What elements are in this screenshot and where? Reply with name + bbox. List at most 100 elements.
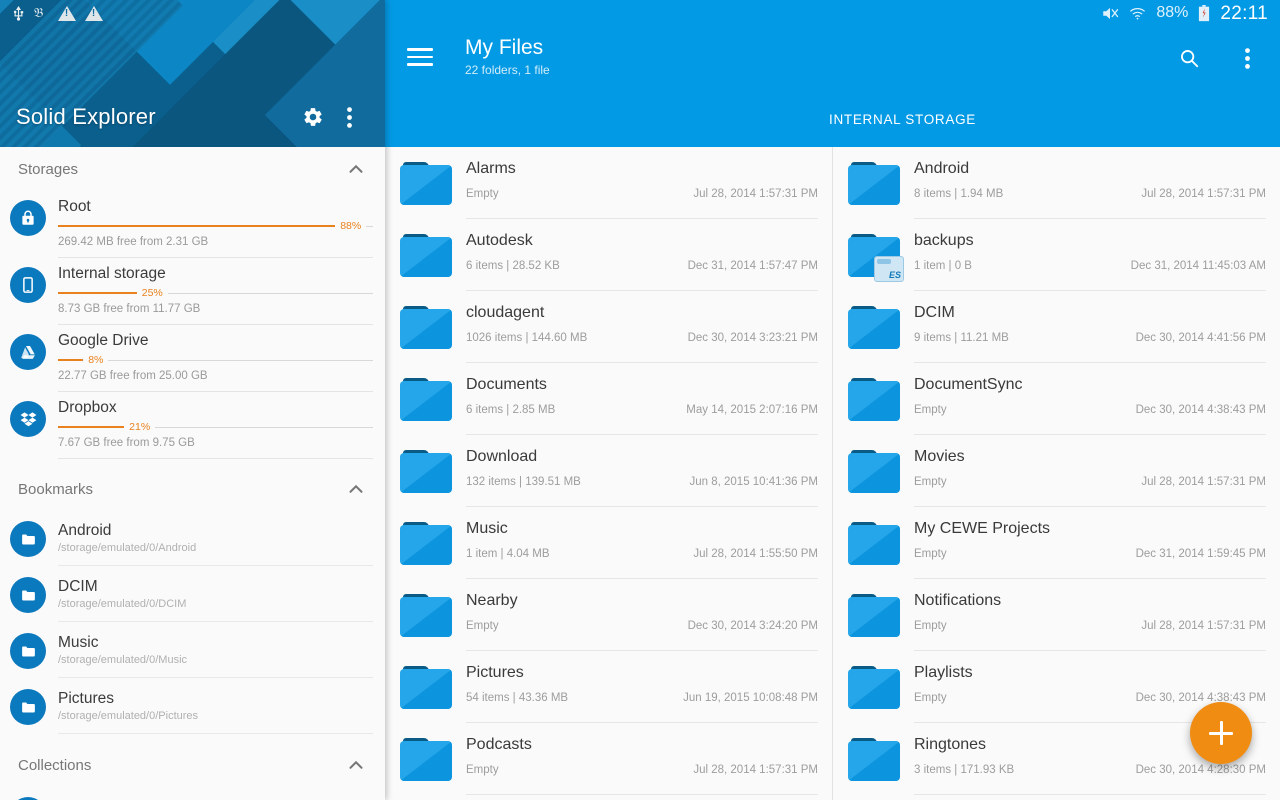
- wifi-icon: [1129, 6, 1146, 21]
- sidebar-item-google-drive[interactable]: Google Drive 8% 22.77 GB free from 25.00…: [0, 325, 385, 392]
- file-name: Pictures: [466, 663, 818, 683]
- table-row[interactable]: ES backups 1 item | 0 B Dec 31, 2014 11:…: [833, 219, 1280, 291]
- progress-label: 25%: [142, 287, 163, 299]
- app-title: Solid Explorer: [16, 104, 295, 130]
- search-icon[interactable]: [1172, 41, 1206, 75]
- file-meta: Empty Dec 31, 2014 1:59:45 PM: [914, 548, 1266, 560]
- folder-icon: [398, 736, 456, 784]
- file-date: Dec 31, 2014 11:45:03 AM: [1131, 260, 1266, 272]
- file-name: Download: [466, 447, 818, 467]
- drawer-section-header-storages[interactable]: Storages: [0, 147, 385, 191]
- file-name: cloudagent: [466, 303, 818, 323]
- file-info: 1026 items | 144.60 MB: [466, 332, 587, 344]
- file-meta: 1 item | 4.04 MB Jul 28, 2014 1:55:50 PM: [466, 548, 818, 560]
- file-meta: 54 items | 43.36 MB Jun 19, 2015 10:08:4…: [466, 692, 818, 704]
- table-row[interactable]: Notifications Empty Jul 28, 2014 1:57:31…: [833, 579, 1280, 651]
- file-info: Empty: [914, 476, 947, 488]
- folder-icon: [846, 376, 904, 424]
- drawer-section-header-collections[interactable]: Collections: [0, 743, 385, 787]
- folder-icon: ES: [846, 232, 904, 280]
- file-name: Music: [466, 519, 818, 539]
- sidebar-item-internal-storage[interactable]: Internal storage 25% 8.73 GB free from 1…: [0, 258, 385, 325]
- file-info: 3 items | 171.93 KB: [914, 764, 1014, 776]
- warning-icon: [58, 6, 76, 21]
- table-row[interactable]: Music 1 item | 4.04 MB Jul 28, 2014 1:55…: [385, 507, 832, 579]
- storage-name: Root: [58, 197, 373, 217]
- navigation-drawer: 𝔅 Solid Explorer Storages: [0, 0, 385, 800]
- file-meta: 132 items | 139.51 MB Jun 8, 2015 10:41:…: [466, 476, 818, 488]
- file-info: Empty: [914, 404, 947, 416]
- table-row[interactable]: DocumentSync Empty Dec 30, 2014 4:38:43 …: [833, 363, 1280, 435]
- app-bar: 88% 22:11 My Files 22 folders, 1 file: [385, 0, 1280, 147]
- bookmark-path: /storage/emulated/0/DCIM: [58, 597, 373, 612]
- file-entry: Pictures 54 items | 43.36 MB Jun 19, 201…: [466, 663, 818, 723]
- table-row[interactable]: cloudagent 1026 items | 144.60 MB Dec 30…: [385, 291, 832, 363]
- breadcrumb[interactable]: INTERNAL STORAGE: [829, 112, 976, 127]
- file-grid[interactable]: Alarms Empty Jul 28, 2014 1:57:31 PM Aut…: [385, 147, 1280, 800]
- table-row[interactable]: Movies Empty Jul 28, 2014 1:57:31 PM: [833, 435, 1280, 507]
- more-vertical-icon[interactable]: [331, 99, 367, 135]
- file-meta: Empty Jul 28, 2014 1:57:31 PM: [466, 188, 818, 200]
- folder-icon: [846, 664, 904, 712]
- sidebar-item-collection-photos[interactable]: Photos: [0, 787, 385, 800]
- file-date: Dec 30, 2014 4:38:43 PM: [1136, 404, 1266, 416]
- table-row[interactable]: Nearby Empty Dec 30, 2014 3:24:20 PM: [385, 579, 832, 651]
- sidebar-item-bookmark-dcim[interactable]: DCIM /storage/emulated/0/DCIM: [0, 567, 385, 623]
- file-entry: Autodesk 6 items | 28.52 KB Dec 31, 2014…: [466, 231, 818, 291]
- drawer-header: 𝔅 Solid Explorer: [0, 0, 385, 147]
- sidebar-item-root[interactable]: Root 88% 269.42 MB free from 2.31 GB: [0, 191, 385, 258]
- file-info: 9 items | 11.21 MB: [914, 332, 1009, 344]
- storage-progress: 88%: [58, 219, 373, 233]
- file-entry: cloudagent 1026 items | 144.60 MB Dec 30…: [466, 303, 818, 363]
- bookmark-info: Pictures /storage/emulated/0/Pictures: [58, 681, 373, 734]
- hamburger-icon[interactable]: [407, 39, 443, 75]
- storage-name: Dropbox: [58, 398, 373, 418]
- bookmark-name: Music: [58, 633, 373, 652]
- es-file-explorer-badge-icon: ES: [874, 256, 904, 282]
- storage-free: 8.73 GB free from 11.77 GB: [58, 302, 373, 317]
- file-date: Jul 28, 2014 1:57:31 PM: [693, 188, 818, 200]
- folder-icon: [10, 689, 46, 725]
- file-date: Jul 28, 2014 1:57:31 PM: [1141, 188, 1266, 200]
- section-title: Bookmarks: [18, 481, 93, 498]
- table-row[interactable]: My CEWE Projects Empty Dec 31, 2014 1:59…: [833, 507, 1280, 579]
- gear-icon[interactable]: [295, 99, 331, 135]
- file-meta: Empty Jul 28, 2014 1:57:31 PM: [466, 764, 818, 776]
- file-date: Dec 31, 2014 1:57:47 PM: [688, 260, 818, 272]
- sidebar-item-bookmark-music[interactable]: Music /storage/emulated/0/Music: [0, 623, 385, 679]
- progress-fill: [58, 225, 335, 227]
- file-info: 1 item | 4.04 MB: [466, 548, 550, 560]
- sidebar-item-bookmark-pictures[interactable]: Pictures /storage/emulated/0/Pictures: [0, 679, 385, 735]
- drawer-body[interactable]: Storages Root 88% 269.42 MB free from: [0, 147, 385, 800]
- chevron-up-icon[interactable]: [345, 754, 367, 776]
- app-bar-titles: My Files 22 folders, 1 file: [465, 35, 1172, 77]
- table-row[interactable]: Documents 6 items | 2.85 MB May 14, 2015…: [385, 363, 832, 435]
- table-row[interactable]: Android 8 items | 1.94 MB Jul 28, 2014 1…: [833, 147, 1280, 219]
- table-row[interactable]: DCIM 9 items | 11.21 MB Dec 30, 2014 4:4…: [833, 291, 1280, 363]
- table-row[interactable]: Autodesk 6 items | 28.52 KB Dec 31, 2014…: [385, 219, 832, 291]
- table-row[interactable]: Pictures 54 items | 43.36 MB Jun 19, 201…: [385, 651, 832, 723]
- file-info: Empty: [914, 620, 947, 632]
- table-row[interactable]: Podcasts Empty Jul 28, 2014 1:57:31 PM: [385, 723, 832, 795]
- table-row[interactable]: Alarms Empty Jul 28, 2014 1:57:31 PM: [385, 147, 832, 219]
- chevron-up-icon[interactable]: [345, 478, 367, 500]
- storage-name: Internal storage: [58, 264, 373, 284]
- add-button[interactable]: [1190, 702, 1252, 764]
- sidebar-item-bookmark-android[interactable]: Android /storage/emulated/0/Android: [0, 511, 385, 567]
- file-name: Podcasts: [466, 735, 818, 755]
- chevron-up-icon[interactable]: [345, 158, 367, 180]
- drawer-title-row: Solid Explorer: [0, 99, 385, 135]
- file-info: 1 item | 0 B: [914, 260, 972, 272]
- bookmark-path: /storage/emulated/0/Music: [58, 653, 373, 668]
- storage-free: 269.42 MB free from 2.31 GB: [58, 235, 373, 250]
- drawer-section-header-bookmarks[interactable]: Bookmarks: [0, 467, 385, 511]
- file-date: Jun 19, 2015 10:08:48 PM: [683, 692, 818, 704]
- folder-icon: [398, 592, 456, 640]
- file-entry: Nearby Empty Dec 30, 2014 3:24:20 PM: [466, 591, 818, 651]
- file-date: Dec 30, 2014 4:28:30 PM: [1136, 764, 1266, 776]
- table-row[interactable]: Download 132 items | 139.51 MB Jun 8, 20…: [385, 435, 832, 507]
- progress-fill: [58, 359, 83, 361]
- file-name: Nearby: [466, 591, 818, 611]
- sidebar-item-dropbox[interactable]: Dropbox 21% 7.67 GB free from 9.75 GB: [0, 392, 385, 459]
- more-vertical-icon[interactable]: [1230, 41, 1264, 75]
